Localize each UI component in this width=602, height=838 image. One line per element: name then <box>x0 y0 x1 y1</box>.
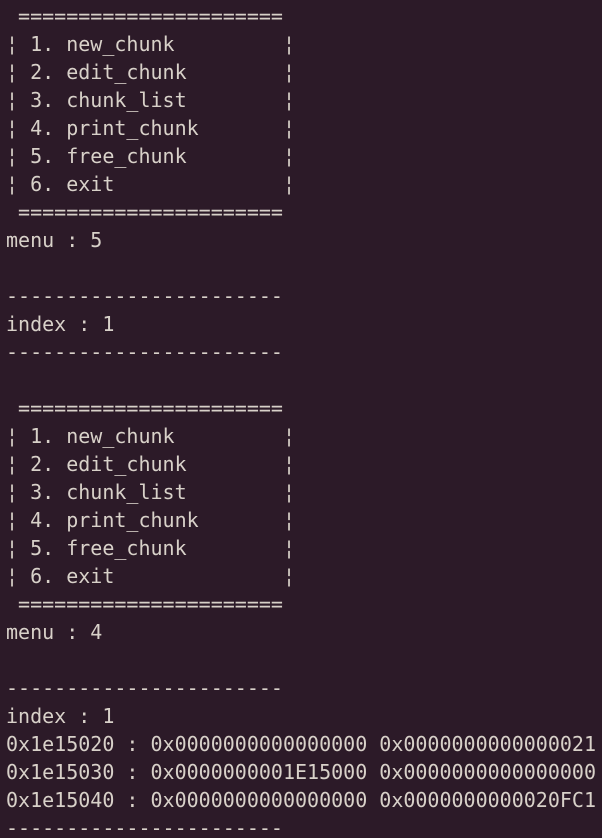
menu-item-free-chunk: ¦ 5. free_chunk ¦ <box>6 536 295 560</box>
menu-item-exit: ¦ 6. exit ¦ <box>6 172 295 196</box>
separator-line: ----------------------- <box>6 340 283 364</box>
menu-prompt-line: menu : 4 <box>6 620 103 644</box>
menu-item-new-chunk: ¦ 1. new_chunk ¦ <box>6 32 295 56</box>
menu-item-print-chunk: ¦ 4. print_chunk ¦ <box>6 508 295 532</box>
menu-item-free-chunk: ¦ 5. free_chunk ¦ <box>6 144 295 168</box>
menu-border-bottom: ====================== <box>6 592 283 616</box>
separator-line: ----------------------- <box>6 676 283 700</box>
memory-dump-row: 0x1e15020 : 0x0000000000000000 0x0000000… <box>6 732 597 756</box>
memory-dump-row: 0x1e15040 : 0x0000000000000000 0x0000000… <box>6 788 597 812</box>
menu-item-new-chunk: ¦ 1. new_chunk ¦ <box>6 424 295 448</box>
menu-item-chunk-list: ¦ 3. chunk_list ¦ <box>6 88 295 112</box>
memory-dump-row: 0x1e15030 : 0x0000000001E15000 0x0000000… <box>6 760 597 784</box>
terminal-window[interactable]: ====================== ¦ 1. new_chunk ¦ … <box>0 0 602 838</box>
menu-border-bottom: ====================== <box>6 200 283 224</box>
index-prompt-line: index : 1 <box>6 704 115 728</box>
index-prompt-line: index : 1 <box>6 312 115 336</box>
separator-line: ----------------------- <box>6 284 283 308</box>
menu-item-print-chunk: ¦ 4. print_chunk ¦ <box>6 116 295 140</box>
menu-item-chunk-list: ¦ 3. chunk_list ¦ <box>6 480 295 504</box>
menu-border-top: ====================== <box>6 396 283 420</box>
menu-border-top: ====================== <box>6 4 283 28</box>
separator-line: ----------------------- <box>6 816 283 838</box>
menu-prompt-line: menu : 5 <box>6 228 103 252</box>
menu-item-edit-chunk: ¦ 2. edit_chunk ¦ <box>6 60 295 84</box>
menu-item-edit-chunk: ¦ 2. edit_chunk ¦ <box>6 452 295 476</box>
menu-item-exit: ¦ 6. exit ¦ <box>6 564 295 588</box>
